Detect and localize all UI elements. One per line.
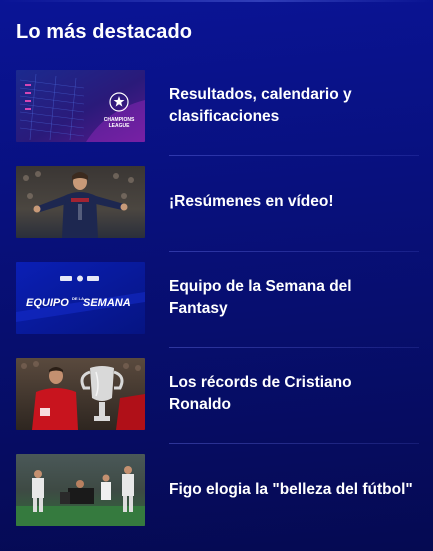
highlight-item-results[interactable]: CHAMPIONS LEAGUE Resultados, calendario …	[0, 60, 433, 156]
ronaldo-records-thumbnail	[16, 358, 145, 430]
svg-text:SEMANA: SEMANA	[83, 297, 131, 309]
highlight-item-video-summaries[interactable]: ¡Resúmenes en vídeo!	[0, 156, 433, 252]
svg-text:LEAGUE: LEAGUE	[109, 123, 131, 129]
highlight-item-ronaldo-records[interactable]: Los récords de Cristiano Ronaldo	[0, 348, 433, 444]
highlight-label: Los récords de Cristiano Ronaldo	[169, 374, 352, 413]
figo-thumbnail	[16, 454, 145, 526]
highlight-label: Resultados, calendario y clasificaciones	[169, 86, 352, 125]
match-photo	[16, 454, 145, 526]
champions-league-thumbnail: CHAMPIONS LEAGUE	[16, 70, 145, 142]
highlights-list: CHAMPIONS LEAGUE Resultados, calendario …	[0, 60, 433, 540]
team-of-the-week-thumbnail: EQUIPO DE LA SEMANA	[16, 262, 145, 334]
highlight-item-team-of-the-week[interactable]: EQUIPO DE LA SEMANA Equipo de la Semana …	[0, 252, 433, 348]
team-of-the-week-graphic: EQUIPO DE LA SEMANA	[16, 262, 145, 334]
highlight-item-figo[interactable]: Figo elogia la "belleza del fútbol"	[0, 444, 433, 540]
svg-text:EQUIPO: EQUIPO	[26, 297, 69, 309]
highlight-label: ¡Resúmenes en vídeo!	[169, 193, 334, 210]
trophy-photo	[16, 358, 145, 430]
highlight-label: Equipo de la Semana del Fantasy	[169, 278, 352, 317]
highlight-label: Figo elogia la "belleza del fútbol"	[169, 481, 413, 498]
highlights-panel: Lo más destacado CHAMPIONS LEAGUE Result…	[0, 0, 433, 551]
champions-league-icon: CHAMPIONS LEAGUE	[16, 70, 145, 142]
player-photo	[16, 166, 145, 238]
section-title: Lo más destacado	[16, 21, 193, 43]
video-summary-thumbnail	[16, 166, 145, 238]
